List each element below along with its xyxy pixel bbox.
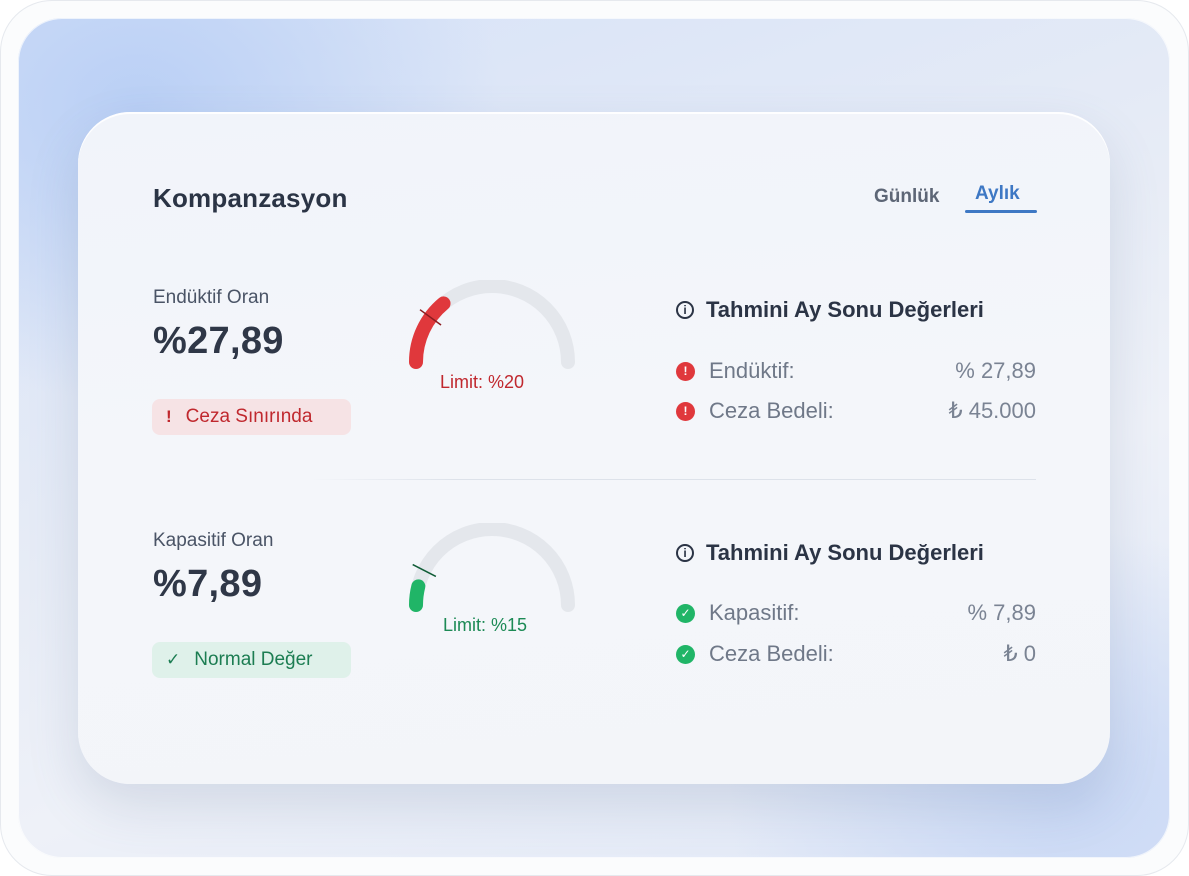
inductive-ratio-value: %27,89 [153,320,284,362]
capacitive-estimates-title: i Tahmini Ay Sonu Değerleri [676,540,984,566]
capacitive-gauge [409,523,575,612]
estimate-label: Ceza Bedeli: [709,641,834,666]
alert-circle-icon: ! [676,361,695,381]
capacitive-ratio-value: %7,89 [153,563,263,605]
alert-circle-icon: ! [676,401,695,421]
check-circle-icon: ✓ [676,644,695,664]
status-badge-ok: ✓ Normal Değer [152,642,351,678]
gauge-track [409,523,575,612]
estimate-label: Endüktif: [709,358,795,383]
exclamation-icon: ! [166,407,172,426]
inductive-estimate-row: ! Endüktif: % 27,89 [676,358,1036,384]
status-badge-label: Ceza Sınırında [185,406,313,427]
inductive-ratio-label: Endüktif Oran [153,287,270,308]
inductive-gauge [409,280,575,369]
info-icon: i [676,301,694,319]
tab-monthly[interactable]: Aylık [975,183,1020,205]
check-icon: ✓ [166,650,181,669]
check-circle-icon: ✓ [676,603,695,623]
card-title: Kompanzasyon [153,183,348,213]
gauge-fill [409,579,426,612]
estimate-label: Ceza Bedeli: [709,398,834,423]
estimate-label: Kapasitif: [709,600,800,625]
inductive-estimates-title: i Tahmini Ay Sonu Değerleri [676,297,984,323]
capacitive-ratio-label: Kapasitif Oran [153,530,274,551]
info-icon: i [676,544,694,562]
estimate-value: ₺ 0 [1003,641,1036,666]
estimate-value: ₺ 45.000 [948,398,1036,423]
active-tab-indicator [965,210,1037,213]
tab-daily[interactable]: Günlük [874,186,939,208]
estimate-value: % 7,89 [967,600,1037,625]
estimate-value: % 27,89 [955,358,1036,383]
capacitive-estimate-row: ✓ Kapasitif: % 7,89 [676,600,1036,626]
capacitive-limit-label: Limit: %15 [443,615,528,635]
gauge-fill [409,296,451,369]
inductive-penalty-row: ! Ceza Bedeli: ₺ 45.000 [676,398,1036,424]
status-badge-warning: ! Ceza Sınırında [152,399,351,435]
status-badge-label: Normal Değer [194,649,313,670]
section-divider [310,479,1036,480]
inductive-limit-label: Limit: %20 [440,372,525,392]
capacitive-penalty-row: ✓ Ceza Bedeli: ₺ 0 [676,641,1036,667]
estimates-title-label: Tahmini Ay Sonu Değerleri [706,540,984,565]
estimates-title-label: Tahmini Ay Sonu Değerleri [706,297,984,322]
